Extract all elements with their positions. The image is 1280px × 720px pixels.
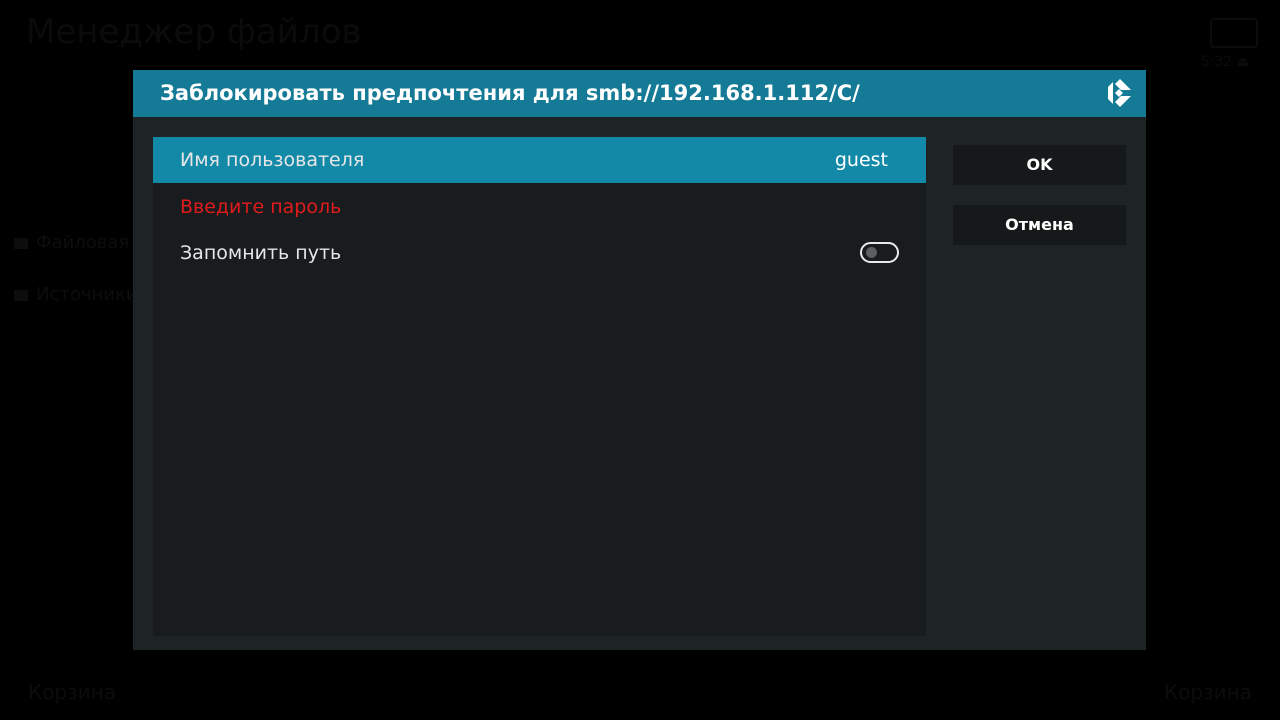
background-side-item-label: Источники [36, 284, 138, 305]
setting-username-label: Имя пользователя [180, 149, 365, 171]
folder-icon [14, 237, 28, 249]
setting-remember-path-label: Запомнить путь [180, 242, 342, 264]
dialog-header: Заблокировать предпочтения для smb://192… [133, 70, 1146, 117]
kodi-logo-icon [1108, 79, 1131, 107]
setting-username-value: guest [834, 149, 888, 171]
background-side-item-label: Файловая [36, 232, 130, 253]
toggle-knob [866, 247, 877, 258]
background-page-title: Менеджер файлов [26, 12, 362, 52]
background-footer-left: Корзина [28, 680, 117, 704]
background-side-item-1: Файловая [14, 232, 129, 253]
ok-button[interactable]: OK [953, 145, 1126, 185]
dialog-title: Заблокировать предпочтения для smb://192… [160, 81, 860, 105]
settings-list: Имя пользователя guest Введите пароль За… [153, 137, 926, 636]
lock-preferences-dialog: Заблокировать предпочтения для smb://192… [133, 70, 1146, 650]
background-clock: 5:32 ⏏ [1200, 54, 1250, 70]
setting-remember-path[interactable]: Запомнить путь [153, 230, 926, 276]
remember-path-toggle[interactable] [860, 242, 899, 263]
background-footer-right: Корзина [1163, 680, 1252, 704]
setting-password[interactable]: Введите пароль [153, 184, 926, 230]
setting-username[interactable]: Имя пользователя guest [153, 137, 926, 183]
background-view-toggle-icon [1210, 18, 1258, 48]
folder-icon [14, 289, 28, 301]
cancel-button[interactable]: Отмена [953, 205, 1126, 245]
background-side-item-2: Источники [14, 284, 138, 305]
setting-password-label: Введите пароль [180, 196, 342, 218]
